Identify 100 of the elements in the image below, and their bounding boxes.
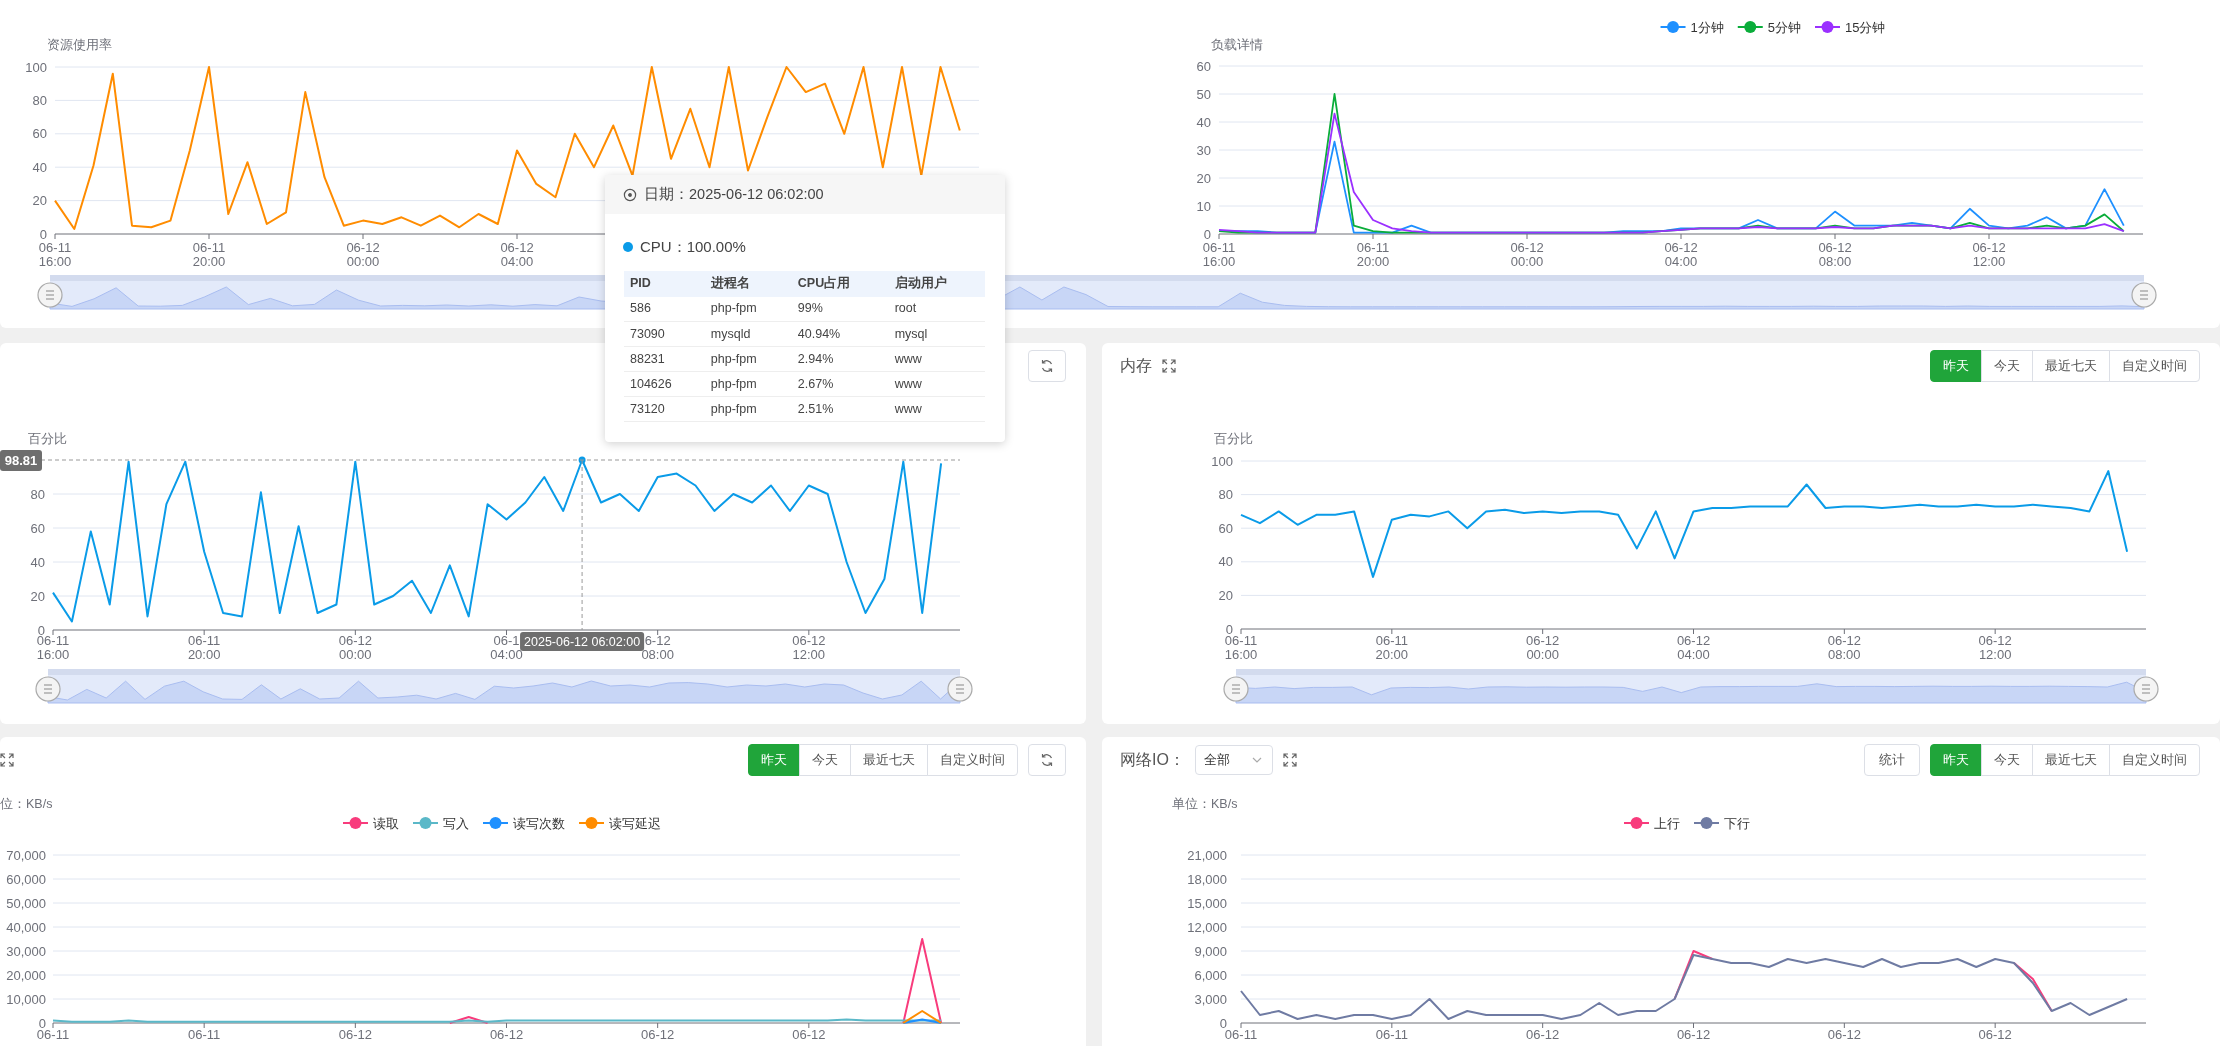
axis-label: 06-12 12:00 — [792, 633, 826, 662]
table-cell: 104626 — [624, 371, 705, 397]
axis-label: 06-12 08:00 — [1818, 240, 1852, 269]
axis-label: 06-11 20:00 — [192, 240, 226, 269]
panel-title: 网络IO： — [1120, 750, 1185, 770]
axis-label: 06-11 20:00 — [1375, 633, 1409, 662]
table-cell: root — [888, 296, 985, 322]
table-cell: 73120 — [624, 396, 705, 422]
axis-label: 06-11 16:00 — [1202, 240, 1236, 269]
table-cell: www — [888, 396, 985, 422]
axis-label: 06-11 16:00 — [36, 633, 70, 662]
axis-label: 06-12 04:00 — [1664, 240, 1698, 269]
axis-label: 06-12 04:00 — [500, 240, 534, 269]
table-cell: mysqld — [704, 321, 792, 347]
axis-label: 21,000 — [1187, 847, 1227, 863]
axis-label: 06-11 — [1224, 1027, 1258, 1042]
table-cell: 73090 — [624, 321, 705, 347]
axis-label: 06-12 00:00 — [1526, 633, 1560, 662]
axis-label: 40 — [1196, 114, 1211, 130]
axis-label: 06-12 00:00 — [346, 240, 380, 269]
axis-title: 百分比 — [1214, 432, 1253, 446]
table-cell: 40.94% — [791, 321, 889, 347]
table-cell: www — [888, 346, 985, 372]
axis-label: 60,000 — [6, 871, 46, 887]
axis-label: 06-12 12:00 — [1978, 633, 2012, 662]
table-cell: 99% — [791, 296, 889, 322]
axis-label: 06-12 08:00 — [1827, 633, 1861, 662]
axis-label: 20 — [1196, 170, 1211, 186]
axis-label: 20 — [30, 588, 45, 604]
axis-pointer-label: 2025-06-12 06:02:00 — [520, 632, 645, 651]
axis-label: 06-11 20:00 — [1356, 240, 1390, 269]
axis-label: 80 — [32, 92, 47, 108]
axis-label: 60 — [32, 126, 47, 142]
legend-label: 读写次数 — [513, 816, 565, 831]
axis-label: 30 — [1196, 142, 1211, 158]
column-header: 进程名 — [704, 270, 792, 297]
axis-label: 06-1 04:00 — [490, 633, 523, 662]
axis-label: 20 — [32, 193, 47, 209]
axis-label: 06-12 — [641, 1027, 675, 1042]
axis-label: 9,000 — [1194, 943, 1227, 959]
axis-title: 负载详情 — [1211, 38, 1263, 52]
axis-label: 40 — [1218, 554, 1233, 570]
axis-pointer-label: 98.81 — [0, 450, 42, 471]
axis-label: 06-12 — [1978, 1027, 2012, 1042]
legend-label: 1分钟 — [1690, 20, 1724, 35]
axis-title: 百分比 — [28, 432, 67, 446]
axis-label: 0 — [1219, 1015, 1227, 1031]
panel-title: 内存 — [1120, 356, 1152, 376]
axis-label: 40 — [30, 554, 45, 570]
axis-label: 06-12 — [792, 1027, 826, 1042]
axis-label: 50,000 — [6, 895, 46, 911]
axis-label: 15,000 — [1187, 895, 1227, 911]
table-cell: 586 — [624, 296, 705, 322]
axis-label: 0 — [1203, 226, 1211, 242]
axis-label: 18,000 — [1187, 871, 1227, 887]
axis-label: 6,000 — [1194, 967, 1227, 983]
axis-label: 70,000 — [6, 847, 46, 863]
legend-label: 读写延迟 — [609, 816, 661, 831]
table-cell: php-fpm — [704, 296, 792, 322]
axis-label: 06-12 — [1827, 1027, 1861, 1042]
axis-label: 80 — [30, 486, 45, 502]
tooltip-value: CPU：100.00% — [640, 237, 746, 257]
axis-label: 60 — [30, 520, 45, 536]
legend-label: 5分钟 — [1767, 20, 1801, 35]
legend-label: 写入 — [443, 816, 469, 831]
axis-label: 06-12 04:00 — [1676, 633, 1711, 662]
axis-label: 06-11 — [1375, 1027, 1408, 1042]
axis-label: 0 — [39, 226, 47, 242]
axis-title: 单位：KB/s — [1172, 797, 1238, 811]
axis-label: 3,000 — [1194, 991, 1227, 1007]
axis-label: 12,000 — [1187, 919, 1227, 935]
table-cell: 2.51% — [791, 396, 889, 422]
table-cell: php-fpm — [704, 396, 792, 422]
axis-label: 100 — [1211, 453, 1233, 469]
table-cell: 2.67% — [791, 371, 889, 397]
axis-label: 10,000 — [6, 991, 46, 1007]
legend-label: 15分钟 — [1845, 20, 1886, 35]
table-cell: 88231 — [624, 346, 705, 372]
axis-label: 20 — [1218, 587, 1233, 603]
axis-label: 40,000 — [6, 919, 46, 935]
axis-title: 资源使用率 — [47, 38, 112, 52]
tooltip-date: 日期：2025-06-12 06:02:00 — [644, 184, 824, 204]
table-cell: php-fpm — [704, 346, 792, 372]
axis-label: 06-11 — [188, 1027, 221, 1042]
axis-label: 60 — [1218, 520, 1233, 536]
axis-label: 06-12 — [338, 1027, 372, 1042]
axis-label: 10 — [1196, 198, 1211, 214]
axis-label: 60 — [1196, 58, 1211, 74]
axis-label: 06-12 12:00 — [1972, 240, 2006, 269]
table-cell: 2.94% — [791, 346, 889, 372]
axis-label: 06-12 00:00 — [1510, 240, 1544, 269]
axis-label: 100 — [25, 59, 47, 75]
legend-label: 下行 — [1724, 816, 1750, 831]
table-cell: mysql — [888, 321, 985, 347]
legend-label: 上行 — [1654, 816, 1680, 831]
axis-label: 06-11 20:00 — [187, 633, 221, 662]
axis-label: 20,000 — [6, 967, 46, 983]
axis-label: 30,000 — [6, 943, 46, 959]
axis-label: 06-12 — [1676, 1027, 1711, 1042]
axis-label: 40 — [32, 159, 47, 175]
